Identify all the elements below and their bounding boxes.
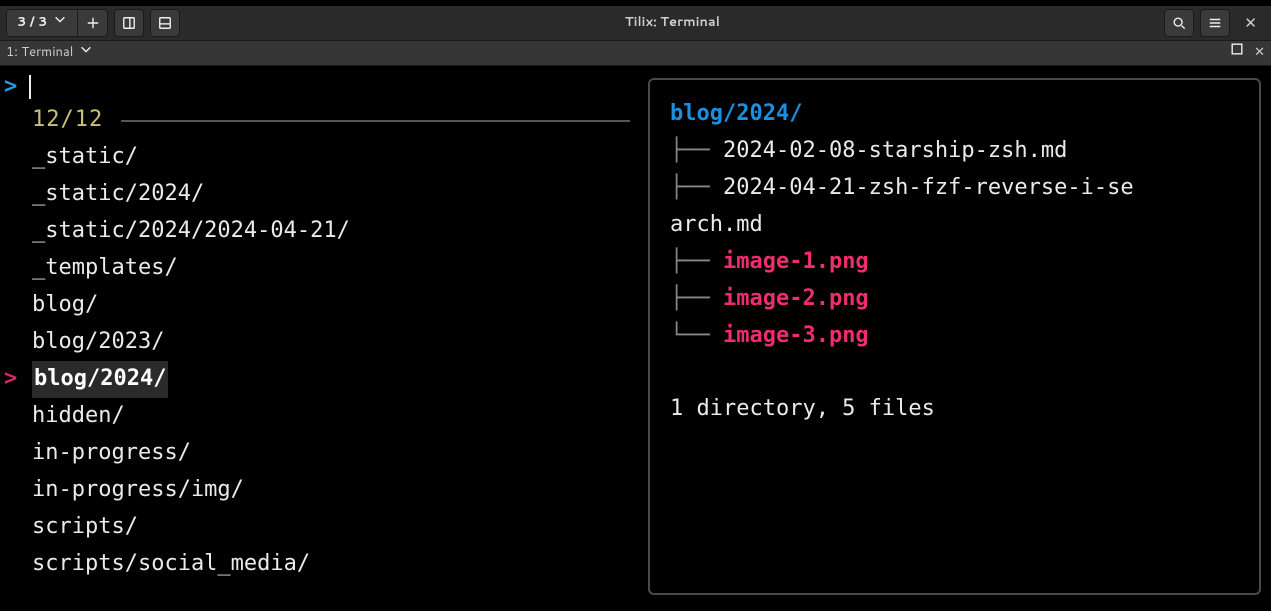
list-item-label: blog/ [32,287,98,323]
titlebar-right: ✕ [1164,9,1265,37]
plus-icon [86,16,100,30]
tree-root: blog/2024/ [670,96,1239,133]
list-item-label: scripts/ [32,509,138,545]
tree-entry-wrap: arch.md [670,207,1239,244]
split-down-icon [158,16,172,30]
close-icon: ✕ [1254,43,1265,61]
new-session-button[interactable] [78,9,108,37]
tree-summary: 1 directory, 5 files [670,391,1239,427]
prompt-symbol: > [4,69,17,105]
tab-controls: ✕ [1230,42,1265,63]
image-file: image-2.png [723,281,869,317]
list-item-label: blog/2023/ [32,324,164,360]
tree-branch-icon: ├── [670,133,723,169]
image-file: image-3.png [723,318,869,354]
list-item[interactable]: blog/2023/ [0,324,648,361]
markdown-file: arch.md [670,207,763,243]
menu-button[interactable] [1200,9,1230,37]
terminal-body[interactable]: > 12/12 _static/_static/2024/_static/202… [0,66,1271,605]
list-item[interactable]: in-progress/img/ [0,472,648,509]
list-item[interactable]: in-progress/ [0,435,648,472]
tree-branch-icon: ├── [670,244,723,280]
tabstrip: 1: Terminal ✕ [0,40,1271,66]
tree-branch-icon: ├── [670,170,723,206]
match-count: 12/12 [32,102,103,138]
tab-label: 1: Terminal [6,42,73,63]
tree-entry: ├── 2024-02-08-starship-zsh.md [670,133,1239,170]
list-item-label: in-progress/ [32,435,191,471]
window-title: Tilix: Terminal [186,12,1158,33]
session-counter[interactable]: 3 / 3 [6,9,78,37]
session-group: 3 / 3 [6,9,108,37]
close-icon: ✕ [1244,12,1257,33]
chevron-down-icon [53,12,67,33]
list-item[interactable]: scripts/social_media/ [0,546,648,583]
tree-branch-icon: ├── [670,281,723,317]
split-down-button[interactable] [150,9,180,37]
maximize-icon [1230,42,1244,56]
close-pane-button[interactable]: ✕ [1254,42,1265,63]
fzf-list: _static/_static/2024/_static/2024/2024-0… [0,139,648,583]
markdown-file: 2024-02-08-starship-zsh.md [723,133,1067,169]
hamburger-icon [1208,16,1222,30]
preview-pane: blog/2024/ ├── 2024-02-08-starship-zsh.m… [648,78,1261,595]
list-item[interactable]: _static/ [0,139,648,176]
list-item-label: scripts/social_media/ [32,546,310,582]
list-item[interactable]: hidden/ [0,398,648,435]
chevron-down-icon [79,42,93,63]
preview-wrapper: blog/2024/ ├── 2024-02-08-starship-zsh.m… [648,66,1271,605]
split-right-button[interactable] [114,9,144,37]
list-item-label: blog/2024/ [32,361,168,397]
tree-entries: ├── 2024-02-08-starship-zsh.md├── 2024-0… [670,133,1239,355]
close-button[interactable]: ✕ [1236,11,1265,36]
tree-entry: ├── image-2.png [670,281,1239,318]
tree-branch-icon: └── [670,318,723,354]
search-button[interactable] [1164,9,1194,37]
list-item[interactable]: scripts/ [0,509,648,546]
list-item-label: _templates/ [32,250,178,286]
tree-entry: └── image-3.png [670,318,1239,355]
list-item-label: _static/2024/ [32,176,204,212]
split-right-icon [122,16,136,30]
search-icon [1172,16,1186,30]
markdown-file: 2024-04-21-zsh-fzf-reverse-i-se [723,170,1134,206]
list-item-label: _static/ [32,139,138,175]
list-item[interactable]: blog/ [0,287,648,324]
list-item[interactable]: _templates/ [0,250,648,287]
terminal-tab[interactable]: 1: Terminal [6,42,93,63]
fzf-count-line: 12/12 [0,102,648,139]
titlebar: 3 / 3 Tilix: Terminal [0,0,1271,40]
divider [121,120,630,122]
list-item-label: _static/2024/2024-04-21/ [32,213,350,249]
list-item-label: in-progress/img/ [32,472,244,508]
maximize-pane-button[interactable] [1230,42,1244,63]
tree-root-label: blog/2024/ [670,96,802,132]
fzf-prompt-line: > [0,72,648,102]
tree-entry: ├── image-1.png [670,244,1239,281]
session-counter-text: 3 / 3 [17,12,47,33]
fzf-pane: > 12/12 _static/_static/2024/_static/202… [0,66,648,605]
tree-entry: ├── 2024-04-21-zsh-fzf-reverse-i-se [670,170,1239,207]
list-item[interactable]: _static/2024/2024-04-21/ [0,213,648,250]
image-file: image-1.png [723,244,869,280]
list-item[interactable]: _static/2024/ [0,176,648,213]
list-item[interactable]: blog/2024/ [0,361,648,398]
text-cursor [29,75,31,99]
list-item-label: hidden/ [32,398,125,434]
